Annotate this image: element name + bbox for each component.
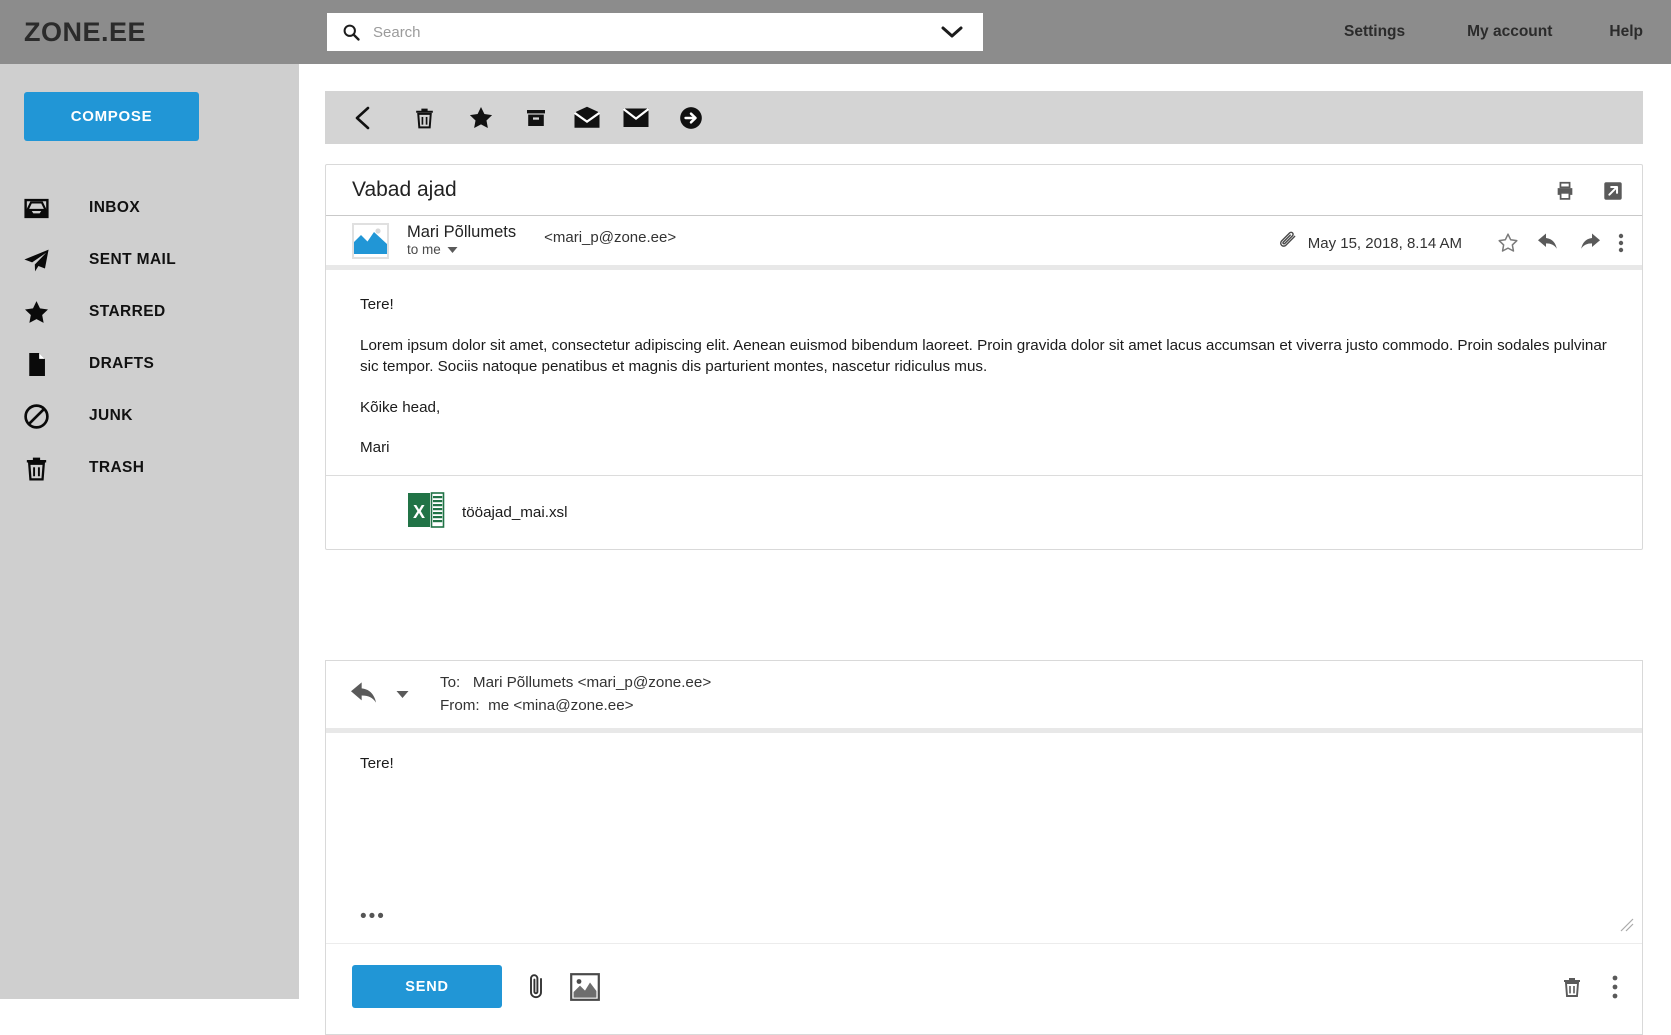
message-card: Vabad ajad Mari Põllumets to me <mari_p@… [325,164,1643,550]
reply-body-area[interactable]: Tere! ••• [326,733,1642,943]
sidebar-item-drafts[interactable]: DRAFTS [0,338,299,390]
caret-down-icon[interactable] [396,690,409,699]
message-paragraph: Tere! [360,296,394,313]
kebab-menu-icon[interactable] [1612,974,1618,1000]
sender-name: Mari Põllumets [407,222,517,241]
message-meta: May 15, 2018, 8.14 AM [1278,216,1624,270]
paper-plane-icon [22,246,66,275]
delete-button[interactable] [395,91,453,144]
attachment-name: tööajad_mai.xsl [462,503,568,521]
star-button[interactable] [453,91,509,144]
open-in-new-icon[interactable] [1602,180,1624,202]
star-outline-icon[interactable] [1496,231,1520,255]
nav-settings[interactable]: Settings [1344,23,1405,41]
reply-arrow-icon[interactable] [348,679,382,711]
reply-body-text: Tere! [360,755,394,772]
sender-email: <mari_p@zone.ee> [544,229,677,246]
reply-addresses: To: Mari Põllumets <mari_p@zone.ee> From… [440,672,711,716]
sidebar-item-sent-mail[interactable]: SENT MAIL [0,234,299,286]
main-content: Vabad ajad Mari Põllumets to me <mari_p@… [299,64,1671,1035]
discard-draft-button[interactable] [1560,974,1584,1000]
sidebar-item-label: INBOX [89,199,141,216]
move-to-button[interactable] [661,91,721,144]
search-icon [341,22,361,42]
mark-unread-button[interactable] [611,91,661,144]
reply-footer: SEND [326,943,1642,1029]
message-paragraph: Kõike head, [360,398,441,416]
reply-arrow-icon[interactable] [1536,231,1561,255]
search-bar[interactable] [327,13,983,51]
chevron-down-icon[interactable] [939,24,965,40]
attachment-item[interactable]: X tööajad_mai.xsl [408,490,568,534]
reply-from-line: From: me <mina@zone.ee> [440,696,634,714]
reply-compose-card: To: Mari Põllumets <mari_p@zone.ee> From… [325,660,1643,1035]
sidebar-item-label: JUNK [89,407,133,424]
message-card-actions [1554,165,1624,216]
brand-logo: ZONE.EE [24,16,147,47]
message-subject-row: Vabad ajad [326,165,1642,216]
nav-my-account[interactable]: My account [1467,23,1552,41]
sidebar-item-trash[interactable]: TRASH [0,442,299,494]
excel-file-icon: X [408,490,445,534]
star-icon [22,298,66,327]
message-paragraph: Mari [360,439,390,457]
sidebar: COMPOSE INBOX SENT MAIL STARRED DRAFTS J… [0,64,299,999]
mark-read-button[interactable] [563,91,611,144]
top-nav: Settings My account Help [1344,0,1671,64]
sidebar-item-starred[interactable]: STARRED [0,286,299,338]
message-header: Mari Põllumets to me <mari_p@zone.ee> Ma… [326,216,1642,270]
top-bar: ZONE.EE Settings My account Help [0,0,1671,64]
message-date: May 15, 2018, 8.14 AM [1307,234,1462,252]
attachment-area: X tööajad_mai.xsl [326,474,1642,549]
paperclip-icon [1278,231,1298,256]
back-button[interactable] [333,91,395,144]
reply-header: To: Mari Põllumets <mari_p@zone.ee> From… [326,661,1642,733]
sidebar-item-inbox[interactable]: INBOX [0,182,299,234]
compose-button[interactable]: COMPOSE [24,92,199,141]
search-input[interactable] [371,22,939,42]
message-paragraph: Lorem ipsum dolor sit amet, consectetur … [360,336,1607,376]
send-button[interactable]: SEND [352,965,502,1008]
print-icon[interactable] [1554,180,1576,202]
document-icon [22,350,66,379]
paperclip-icon[interactable] [524,972,548,1002]
avatar [352,222,389,259]
caret-down-icon[interactable] [447,242,458,259]
sidebar-item-junk[interactable]: JUNK [0,390,299,442]
sidebar-item-label: SENT MAIL [89,251,177,268]
inbox-icon [22,194,66,223]
svg-text:X: X [413,502,425,522]
show-trimmed-content-button[interactable]: ••• [360,907,386,926]
recipient-label: to me [407,242,441,258]
archive-button[interactable] [509,91,563,144]
reply-to-line: To: Mari Põllumets <mari_p@zone.ee> [440,674,712,692]
recipient-line[interactable]: to me [407,242,516,259]
reply-footer-right [1560,944,1618,1030]
message-body: Tere! Lorem ipsum dolor sit amet, consec… [326,270,1642,475]
folder-list: INBOX SENT MAIL STARRED DRAFTS JUNK TRAS… [0,182,299,494]
image-placeholder-icon [354,224,387,257]
forward-arrow-icon[interactable] [1577,231,1602,255]
sidebar-item-label: TRASH [89,459,145,476]
block-icon [22,402,66,431]
trash-icon [22,454,66,483]
page-title: Vabad ajad [352,178,457,201]
nav-help[interactable]: Help [1609,23,1643,41]
sidebar-item-label: DRAFTS [89,355,155,372]
message-toolbar [325,91,1643,144]
kebab-menu-icon[interactable] [1618,231,1624,255]
resize-handle-icon[interactable] [1620,918,1634,935]
insert-image-icon[interactable] [570,972,600,1001]
sender-block: Mari Põllumets to me [407,222,516,260]
sidebar-item-label: STARRED [89,303,166,320]
